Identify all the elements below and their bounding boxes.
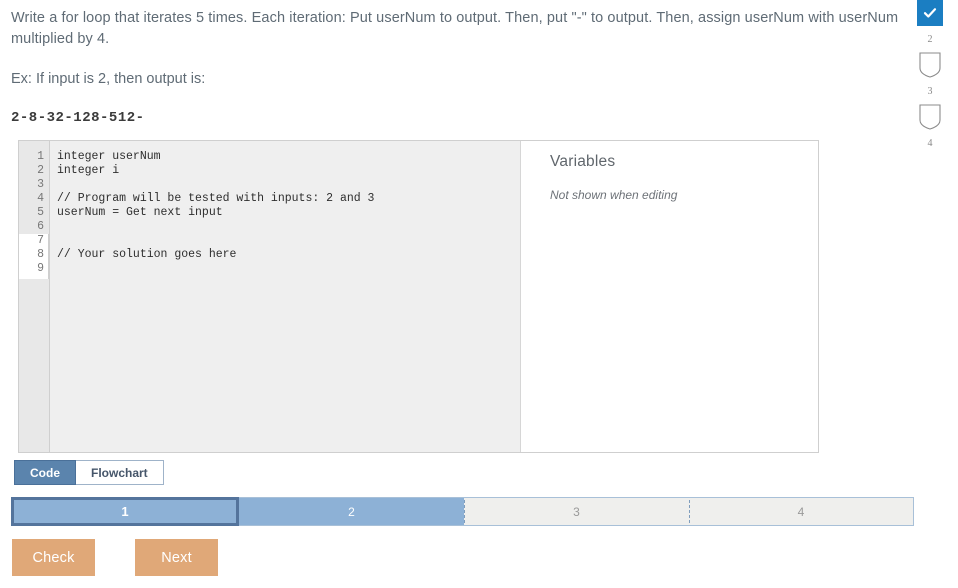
rail-label-4: 4 [927, 138, 933, 149]
tab-code[interactable]: Code [14, 460, 76, 485]
line-number-list: 1 2 3 4 5 6 7 8 9 [19, 150, 49, 276]
code-line: // Your solution goes here [57, 248, 237, 261]
variables-panel: Variables Not shown when editing [522, 141, 818, 452]
line-number: 3 [37, 178, 44, 191]
editor-panel: 1 2 3 4 5 6 7 8 9 integer userNum intege… [18, 140, 819, 453]
editor-view-tabs: Code Flowchart [14, 460, 164, 485]
code-line: integer i [57, 164, 120, 177]
code-editor[interactable]: 1 2 3 4 5 6 7 8 9 integer userNum intege… [19, 141, 521, 452]
rail-step-3-pending[interactable] [918, 104, 942, 130]
line-number: 2 [37, 164, 44, 177]
line-number: 4 [37, 192, 44, 205]
code-line: userNum = Get next input [57, 206, 223, 219]
shield-icon [918, 104, 942, 130]
line-number: 9 [37, 262, 44, 275]
line-number: 1 [37, 150, 44, 163]
rail-step-2-pending[interactable] [918, 52, 942, 78]
shield-icon [918, 52, 942, 78]
code-line: integer userNum [57, 150, 161, 163]
tab-flowchart[interactable]: Flowchart [76, 460, 164, 485]
progress-segment-3[interactable]: 3 [464, 498, 689, 525]
check-icon [922, 5, 938, 21]
action-buttons: Check Next [12, 539, 218, 576]
progress-segment-2[interactable]: 2 [239, 498, 464, 525]
next-button[interactable]: Next [135, 539, 218, 576]
progress-segment-1[interactable]: 1 [11, 497, 239, 526]
rail-label-3: 3 [927, 86, 933, 97]
variables-note: Not shown when editing [550, 188, 678, 202]
rail-label-2: 2 [927, 34, 933, 45]
line-number: 5 [37, 206, 44, 219]
problem-prompt: Write a for loop that iterates 5 times. … [11, 8, 901, 126]
activity-page: Write a for loop that iterates 5 times. … [0, 0, 958, 588]
line-number-gutter: 1 2 3 4 5 6 7 8 9 [19, 141, 50, 452]
variables-title: Variables [550, 153, 616, 170]
progress-segment-4[interactable]: 4 [689, 498, 913, 525]
line-number: 7 [37, 234, 44, 247]
activity-progress-bar: 1 2 3 4 [11, 497, 914, 526]
code-text-area[interactable]: integer userNum integer i // Program wil… [50, 141, 520, 452]
progress-rail: 2 3 4 [908, 0, 952, 156]
code-line: // Program will be tested with inputs: 2… [57, 192, 375, 205]
check-button[interactable]: Check [12, 539, 95, 576]
line-number: 6 [37, 220, 44, 233]
prompt-example-output: 2-8-32-128-512- [11, 110, 145, 126]
rail-step-1-complete[interactable] [917, 0, 943, 26]
prompt-statement: Write a for loop that iterates 5 times. … [11, 10, 899, 47]
prompt-example-label: Ex: If input is 2, then output is: [11, 71, 206, 87]
line-number: 8 [37, 248, 44, 261]
